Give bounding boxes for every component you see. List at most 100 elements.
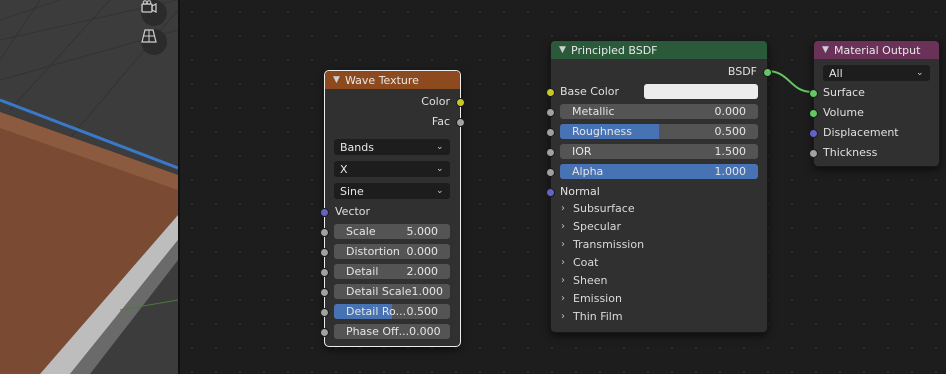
bsdf-to-surface-link xyxy=(766,70,813,93)
viewport-scene xyxy=(0,0,178,374)
panel-toggle[interactable]: › Thin Film xyxy=(561,310,623,323)
field-label: Detail xyxy=(346,265,379,278)
node-editor[interactable]: ▼ Wave Texture Color Fac Bands ⌄ X ⌄ Sine ⌄… xyxy=(180,0,946,374)
value-field[interactable]: Scale 5.000 xyxy=(334,224,450,239)
wave-type-dropdown[interactable]: Bands ⌄ xyxy=(334,139,450,155)
input-socket-vector[interactable] xyxy=(320,208,329,217)
input-socket[interactable] xyxy=(809,89,818,98)
wave-texture-header[interactable]: ▼ Wave Texture xyxy=(325,71,460,89)
value-field[interactable]: Detail Scale 1.000 xyxy=(334,284,450,299)
value-field[interactable]: Detail 2.000 xyxy=(334,264,450,279)
field-label: Distortion xyxy=(346,245,400,258)
value-field[interactable]: Alpha 1.000 xyxy=(560,164,758,179)
3d-viewport[interactable] xyxy=(0,0,178,374)
field-label: Detail Scale xyxy=(346,285,412,298)
field-value: 0.000 xyxy=(406,245,439,258)
input-label: Displacement xyxy=(823,126,899,139)
value-field[interactable]: Detail Ro... 0.500 xyxy=(334,304,450,319)
input-socket[interactable] xyxy=(809,149,818,158)
output-label-color: Color xyxy=(421,95,450,108)
output-label-fac: Fac xyxy=(431,115,450,128)
output-socket-fac[interactable] xyxy=(456,118,465,127)
input-socket[interactable] xyxy=(809,129,818,138)
material-output-header[interactable]: ▼ Material Output xyxy=(814,41,939,59)
chevron-right-icon: › xyxy=(561,239,565,250)
value-field[interactable]: Roughness 0.500 xyxy=(560,124,758,139)
input-socket-float[interactable] xyxy=(320,288,329,297)
node-title: Principled BSDF xyxy=(571,43,658,57)
value-field[interactable]: Phase Off... 0.000 xyxy=(334,324,450,339)
field-value: 1.000 xyxy=(411,285,444,298)
output-socket-color[interactable] xyxy=(456,98,465,107)
field-value: 1.500 xyxy=(714,145,747,158)
field-label: Phase Off... xyxy=(346,325,410,338)
input-socket-float[interactable] xyxy=(320,248,329,257)
value-field[interactable]: Metallic 0.000 xyxy=(560,104,758,119)
input-label: Surface xyxy=(823,86,865,99)
input-socket-float[interactable] xyxy=(546,168,555,177)
output-label-bsdf: BSDF xyxy=(727,65,757,78)
input-socket-float[interactable] xyxy=(320,308,329,317)
field-value: 0.500 xyxy=(406,305,439,318)
input-label-base-color: Base Color xyxy=(560,85,620,98)
field-value: 0.000 xyxy=(714,105,747,118)
panel-label: Coat xyxy=(573,256,599,269)
material-output-node[interactable]: ▼ Material Output All ⌄ Surface Volume Disp… xyxy=(809,40,940,167)
render-target-dropdown[interactable]: All ⌄ xyxy=(823,65,930,81)
panel-toggle[interactable]: › Sheen xyxy=(561,274,607,287)
input-socket-float[interactable] xyxy=(546,128,555,137)
field-label: IOR xyxy=(572,145,592,158)
panel-label: Emission xyxy=(573,292,622,305)
field-label: Scale xyxy=(346,225,376,238)
input-label-normal: Normal xyxy=(560,185,600,198)
panel-label: Thin Film xyxy=(573,310,623,323)
wave-profile-dropdown[interactable]: Sine ⌄ xyxy=(334,183,450,199)
panel-toggle[interactable]: › Emission xyxy=(561,292,622,305)
panel-label: Specular xyxy=(573,220,622,233)
collapse-chevron-icon[interactable]: ▼ xyxy=(333,75,345,85)
output-socket-bsdf[interactable] xyxy=(763,68,772,77)
panel-label: Transmission xyxy=(573,238,645,251)
chevron-right-icon: › xyxy=(561,293,565,304)
field-value: 1.000 xyxy=(714,165,747,178)
field-label: Metallic xyxy=(572,105,615,118)
chevron-down-icon: ⌄ xyxy=(436,142,444,152)
base-color-swatch[interactable] xyxy=(644,84,758,99)
node-title: Material Output xyxy=(834,43,921,57)
collapse-chevron-icon[interactable]: ▼ xyxy=(559,45,571,55)
input-socket-base-color[interactable] xyxy=(546,88,555,97)
input-socket[interactable] xyxy=(809,109,818,118)
grid-view-button[interactable] xyxy=(141,29,167,55)
chevron-down-icon: ⌄ xyxy=(436,186,444,196)
node-title: Wave Texture xyxy=(345,73,419,87)
input-socket-float[interactable] xyxy=(320,268,329,277)
input-socket-normal[interactable] xyxy=(546,188,555,197)
input-socket-float[interactable] xyxy=(320,328,329,337)
collapse-chevron-icon[interactable]: ▼ xyxy=(822,45,834,55)
chevron-right-icon: › xyxy=(561,203,565,214)
panel-label: Sheen xyxy=(573,274,608,287)
chevron-right-icon: › xyxy=(561,311,565,322)
principled-bsdf-node[interactable]: ▼ Principled BSDF BSDF Base Color Metall… xyxy=(546,40,772,333)
field-value: 0.500 xyxy=(714,125,747,138)
bands-direction-dropdown[interactable]: X ⌄ xyxy=(334,161,450,177)
panel-toggle[interactable]: › Transmission xyxy=(561,238,644,251)
principled-bsdf-header[interactable]: ▼ Principled BSDF xyxy=(551,41,767,59)
panel-toggle[interactable]: › Coat xyxy=(561,256,598,269)
camera-view-button[interactable] xyxy=(141,0,167,26)
input-socket-float[interactable] xyxy=(546,148,555,157)
input-socket-float[interactable] xyxy=(546,108,555,117)
wave-texture-node[interactable]: ▼ Wave Texture Color Fac Bands ⌄ X ⌄ Sine ⌄… xyxy=(320,70,465,347)
chevron-down-icon: ⌄ xyxy=(436,164,444,174)
chevron-right-icon: › xyxy=(561,221,565,232)
panel-toggle[interactable]: › Subsurface xyxy=(561,202,635,215)
input-label: Thickness xyxy=(823,146,878,159)
panel-label: Subsurface xyxy=(573,202,635,215)
field-label: Detail Ro... xyxy=(346,305,407,318)
input-socket-float[interactable] xyxy=(320,228,329,237)
panel-toggle[interactable]: › Specular xyxy=(561,220,621,233)
value-field[interactable]: IOR 1.500 xyxy=(560,144,758,159)
value-field[interactable]: Distortion 0.000 xyxy=(334,244,450,259)
field-label: Alpha xyxy=(572,165,604,178)
chevron-right-icon: › xyxy=(561,257,565,268)
